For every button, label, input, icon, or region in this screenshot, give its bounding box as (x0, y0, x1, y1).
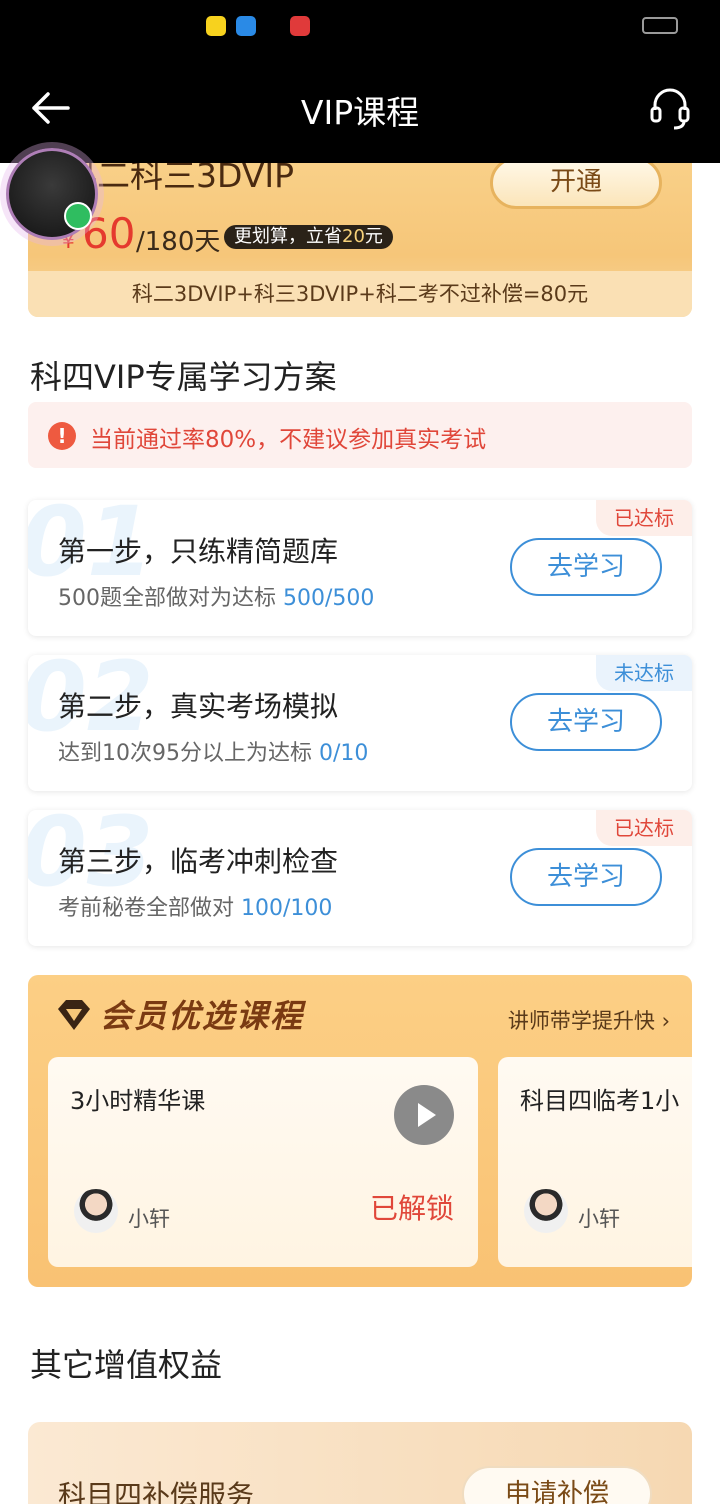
step-desc-text: 500题全部做对为达标 (58, 586, 283, 611)
step-title: 第一步，只练精简题库 (58, 535, 339, 568)
promo-name: 科二科三3DVIP (64, 163, 295, 195)
member-courses-title: 会员优选课程 (100, 997, 305, 1035)
app-icon-blue (236, 16, 256, 36)
step-card-3: 03 第三步，临考冲刺检查 考前秘卷全部做对 100/100 已达标 去学习 (28, 810, 692, 946)
step-desc: 达到10次95分以上为达标 0/10 (58, 735, 368, 767)
step-title: 第三步，临考冲刺检查 (58, 845, 339, 878)
step-card-2: 02 第二步，真实考场模拟 达到10次95分以上为达标 0/10 未达标 去学习 (28, 655, 692, 791)
status-bar (0, 0, 720, 56)
apply-compensation-button[interactable]: 申请补偿 (462, 1466, 652, 1504)
step-title: 第二步，真实考场模拟 (58, 690, 339, 723)
course-title: 科目四临考1小 (520, 1087, 680, 1115)
battery-icon (642, 17, 678, 34)
pass-rate-warning: ! 当前通过率80%，不建议参加真实考试 (28, 402, 692, 468)
teacher-name: 小轩 (128, 1207, 170, 1231)
teacher-link[interactable]: 讲师带学提升快 › (508, 1005, 670, 1035)
status-badge: 已达标 (596, 500, 692, 536)
save-amount: 20 (342, 226, 365, 247)
app-icon-red (290, 16, 310, 36)
chevron-right-icon: › (661, 1009, 670, 1033)
step-progress: 500/500 (283, 586, 375, 611)
status-badge: 未达标 (596, 655, 692, 691)
study-button[interactable]: 去学习 (510, 693, 662, 751)
notification-icons (206, 16, 310, 36)
course-card[interactable]: 科目四临考1小 小轩 (498, 1057, 692, 1267)
microphone-icon (64, 202, 92, 230)
diamond-icon (58, 1000, 90, 1030)
customer-service-button[interactable] (646, 84, 694, 132)
teacher-name: 小轩 (578, 1207, 620, 1231)
benefit-name: 科目四补偿服务 (58, 1479, 255, 1504)
warning-text: 当前通过率80%，不建议参加真实考试 (90, 427, 487, 453)
step-desc-text: 考前秘卷全部做对 (58, 896, 241, 921)
study-button[interactable]: 去学习 (510, 848, 662, 906)
vip-promo-card: 科二科三3DVIP ¥ 60 /180天 更划算，立省20元 开通 科二3DVI… (28, 163, 692, 317)
page-title: VIP课程 (300, 93, 420, 132)
unlocked-label: 已解锁 (369, 1192, 454, 1225)
app-icon-yellow (206, 16, 226, 36)
save-suffix: 元 (364, 226, 383, 247)
step-progress: 100/100 (241, 896, 333, 921)
step-card-1: 01 第一步，只练精简题库 500题全部做对为达标 500/500 已达标 去学… (28, 500, 692, 636)
promo-period: /180天 (136, 227, 221, 257)
save-prefix: 更划算，立省 (234, 226, 342, 247)
step-desc: 500题全部做对为达标 500/500 (58, 580, 374, 612)
open-vip-button[interactable]: 开通 (490, 163, 662, 209)
warning-icon: ! (48, 422, 76, 450)
bundle-text: 科二3DVIP+科三3DVIP+科二考不过补偿=80元 (28, 271, 692, 317)
teacher-link-text: 讲师带学提升快 (507, 1009, 655, 1033)
step-progress: 0/10 (318, 741, 369, 766)
step-desc-text: 达到10次95分以上为达标 (58, 741, 319, 766)
teacher-avatar (74, 1189, 118, 1233)
benefit-card: 科目四补偿服务 申请补偿 (28, 1422, 692, 1504)
step-desc: 考前秘卷全部做对 100/100 (58, 890, 332, 922)
other-benefits-title: 其它增值权益 (30, 1346, 223, 1384)
course-card[interactable]: 3小时精华课 小轩 已解锁 (48, 1057, 478, 1267)
study-button[interactable]: 去学习 (510, 538, 662, 596)
member-courses-section: 会员优选课程 讲师带学提升快 › 3小时精华课 小轩 已解锁 科目四临考1小 小… (28, 975, 692, 1287)
status-badge: 已达标 (596, 810, 692, 846)
teacher-avatar (524, 1189, 568, 1233)
save-badge: 更划算，立省20元 (224, 225, 393, 249)
app-header: VIP课程 (0, 56, 720, 163)
play-icon[interactable] (394, 1085, 454, 1145)
headset-icon (650, 88, 690, 130)
study-plan-title: 科四VIP专属学习方案 (30, 358, 337, 396)
course-title: 3小时精华课 (70, 1087, 206, 1115)
